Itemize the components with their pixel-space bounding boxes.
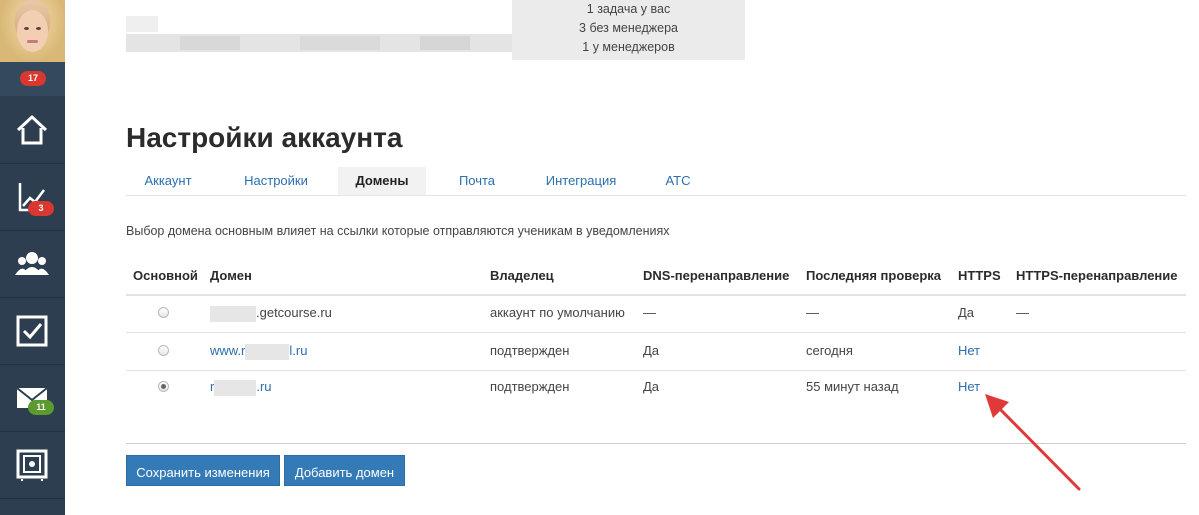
tab-ats[interactable]: АТС bbox=[648, 167, 708, 195]
home-icon bbox=[16, 115, 48, 145]
sidebar-item-chart[interactable]: 3 bbox=[0, 164, 65, 231]
domain-redacted bbox=[245, 343, 290, 360]
avatar[interactable] bbox=[0, 0, 65, 62]
row-divider bbox=[126, 370, 1186, 371]
table-header-divider bbox=[126, 294, 1186, 296]
avatar-mouth bbox=[27, 40, 38, 43]
domain-link[interactable]: www.r l.ru bbox=[210, 343, 307, 360]
header-domain: Домен bbox=[210, 268, 252, 283]
page-title: Настройки аккаунта bbox=[126, 122, 403, 153]
dns-cell: — bbox=[643, 305, 656, 320]
last-check-cell: — bbox=[806, 305, 819, 320]
domain-cell: .getcourse.ru bbox=[210, 305, 332, 322]
sidebar-item-mail[interactable]: 11 bbox=[0, 365, 65, 432]
owner-cell: подтвержден bbox=[490, 379, 570, 394]
annotation-arrow-icon bbox=[985, 394, 1081, 491]
avatar-eye bbox=[24, 27, 29, 30]
sidebar-item-home[interactable] bbox=[0, 97, 65, 164]
mail-badge: 11 bbox=[28, 400, 54, 415]
primary-radio[interactable] bbox=[158, 345, 169, 356]
safe-icon bbox=[16, 449, 48, 481]
primary-radio-selected[interactable] bbox=[158, 381, 169, 392]
header-https-redirect: HTTPS-перенаправление bbox=[1016, 268, 1178, 283]
row-divider bbox=[126, 332, 1186, 333]
domain-hint: Выбор домена основным влияет на ссылки к… bbox=[126, 224, 670, 238]
domain-text: .getcourse.ru bbox=[256, 305, 332, 320]
tasks-managers: 1 у менеджеров bbox=[582, 40, 675, 54]
add-domain-button[interactable]: Добавить домен bbox=[284, 455, 405, 486]
dns-cell: Да bbox=[643, 379, 660, 394]
domain-suffix: .ru bbox=[256, 379, 272, 394]
tabs: Аккаунт Настройки Домены Почта Интеграци… bbox=[126, 167, 1186, 196]
last-check-cell: сегодня bbox=[806, 343, 853, 358]
chart-badge: 3 bbox=[28, 201, 54, 216]
users-icon bbox=[15, 252, 49, 275]
header-https: HTTPS bbox=[958, 268, 1001, 283]
domain-prefix: www.r bbox=[210, 343, 246, 358]
domain-suffix: l.ru bbox=[289, 343, 308, 358]
sidebar-item-safe[interactable] bbox=[0, 432, 65, 499]
sidebar: 17 3 11 bbox=[0, 0, 65, 515]
notification-count-badge: 17 bbox=[20, 71, 46, 86]
sidebar-item-tasks[interactable] bbox=[0, 298, 65, 365]
last-check-cell: 55 минут назад bbox=[806, 379, 899, 394]
sidebar-item-users[interactable] bbox=[0, 231, 65, 298]
tasks-no-manager: 3 без менеджера bbox=[579, 21, 678, 35]
header-owner: Владелец bbox=[490, 268, 554, 283]
domain-link[interactable]: r .ru bbox=[210, 379, 272, 396]
domain-redacted bbox=[214, 379, 257, 396]
tasks-summary[interactable]: 1 задача у вас 3 без менеджера 1 у менед… bbox=[512, 0, 745, 60]
https-redirect-cell: — bbox=[1016, 305, 1029, 320]
owner-cell: подтвержден bbox=[490, 343, 570, 358]
tab-domains[interactable]: Домены bbox=[338, 167, 426, 195]
avatar-eye bbox=[36, 27, 41, 30]
header-primary: Основной bbox=[133, 268, 198, 283]
https-cell: Да bbox=[958, 305, 975, 320]
checkbox-icon bbox=[16, 315, 48, 347]
header-dns: DNS-перенаправление bbox=[643, 268, 790, 283]
owner-cell: аккаунт по умолчанию bbox=[490, 305, 625, 320]
avatar-face bbox=[17, 10, 48, 52]
tasks-mine: 1 задача у вас bbox=[586, 2, 671, 16]
tab-integration[interactable]: Интеграция bbox=[527, 167, 635, 195]
save-button[interactable]: Сохранить изменения bbox=[126, 455, 280, 486]
primary-radio[interactable] bbox=[158, 307, 169, 318]
domain-redacted bbox=[210, 305, 256, 322]
tab-account[interactable]: Аккаунт bbox=[126, 167, 210, 195]
tab-settings[interactable]: Настройки bbox=[223, 167, 329, 195]
notifications-row[interactable]: 17 bbox=[0, 62, 65, 96]
dns-cell: Да bbox=[643, 343, 660, 358]
tab-mail[interactable]: Почта bbox=[441, 167, 513, 195]
header-last-check: Последняя проверка bbox=[806, 268, 942, 283]
https-enable-link[interactable]: Нет bbox=[958, 343, 980, 358]
